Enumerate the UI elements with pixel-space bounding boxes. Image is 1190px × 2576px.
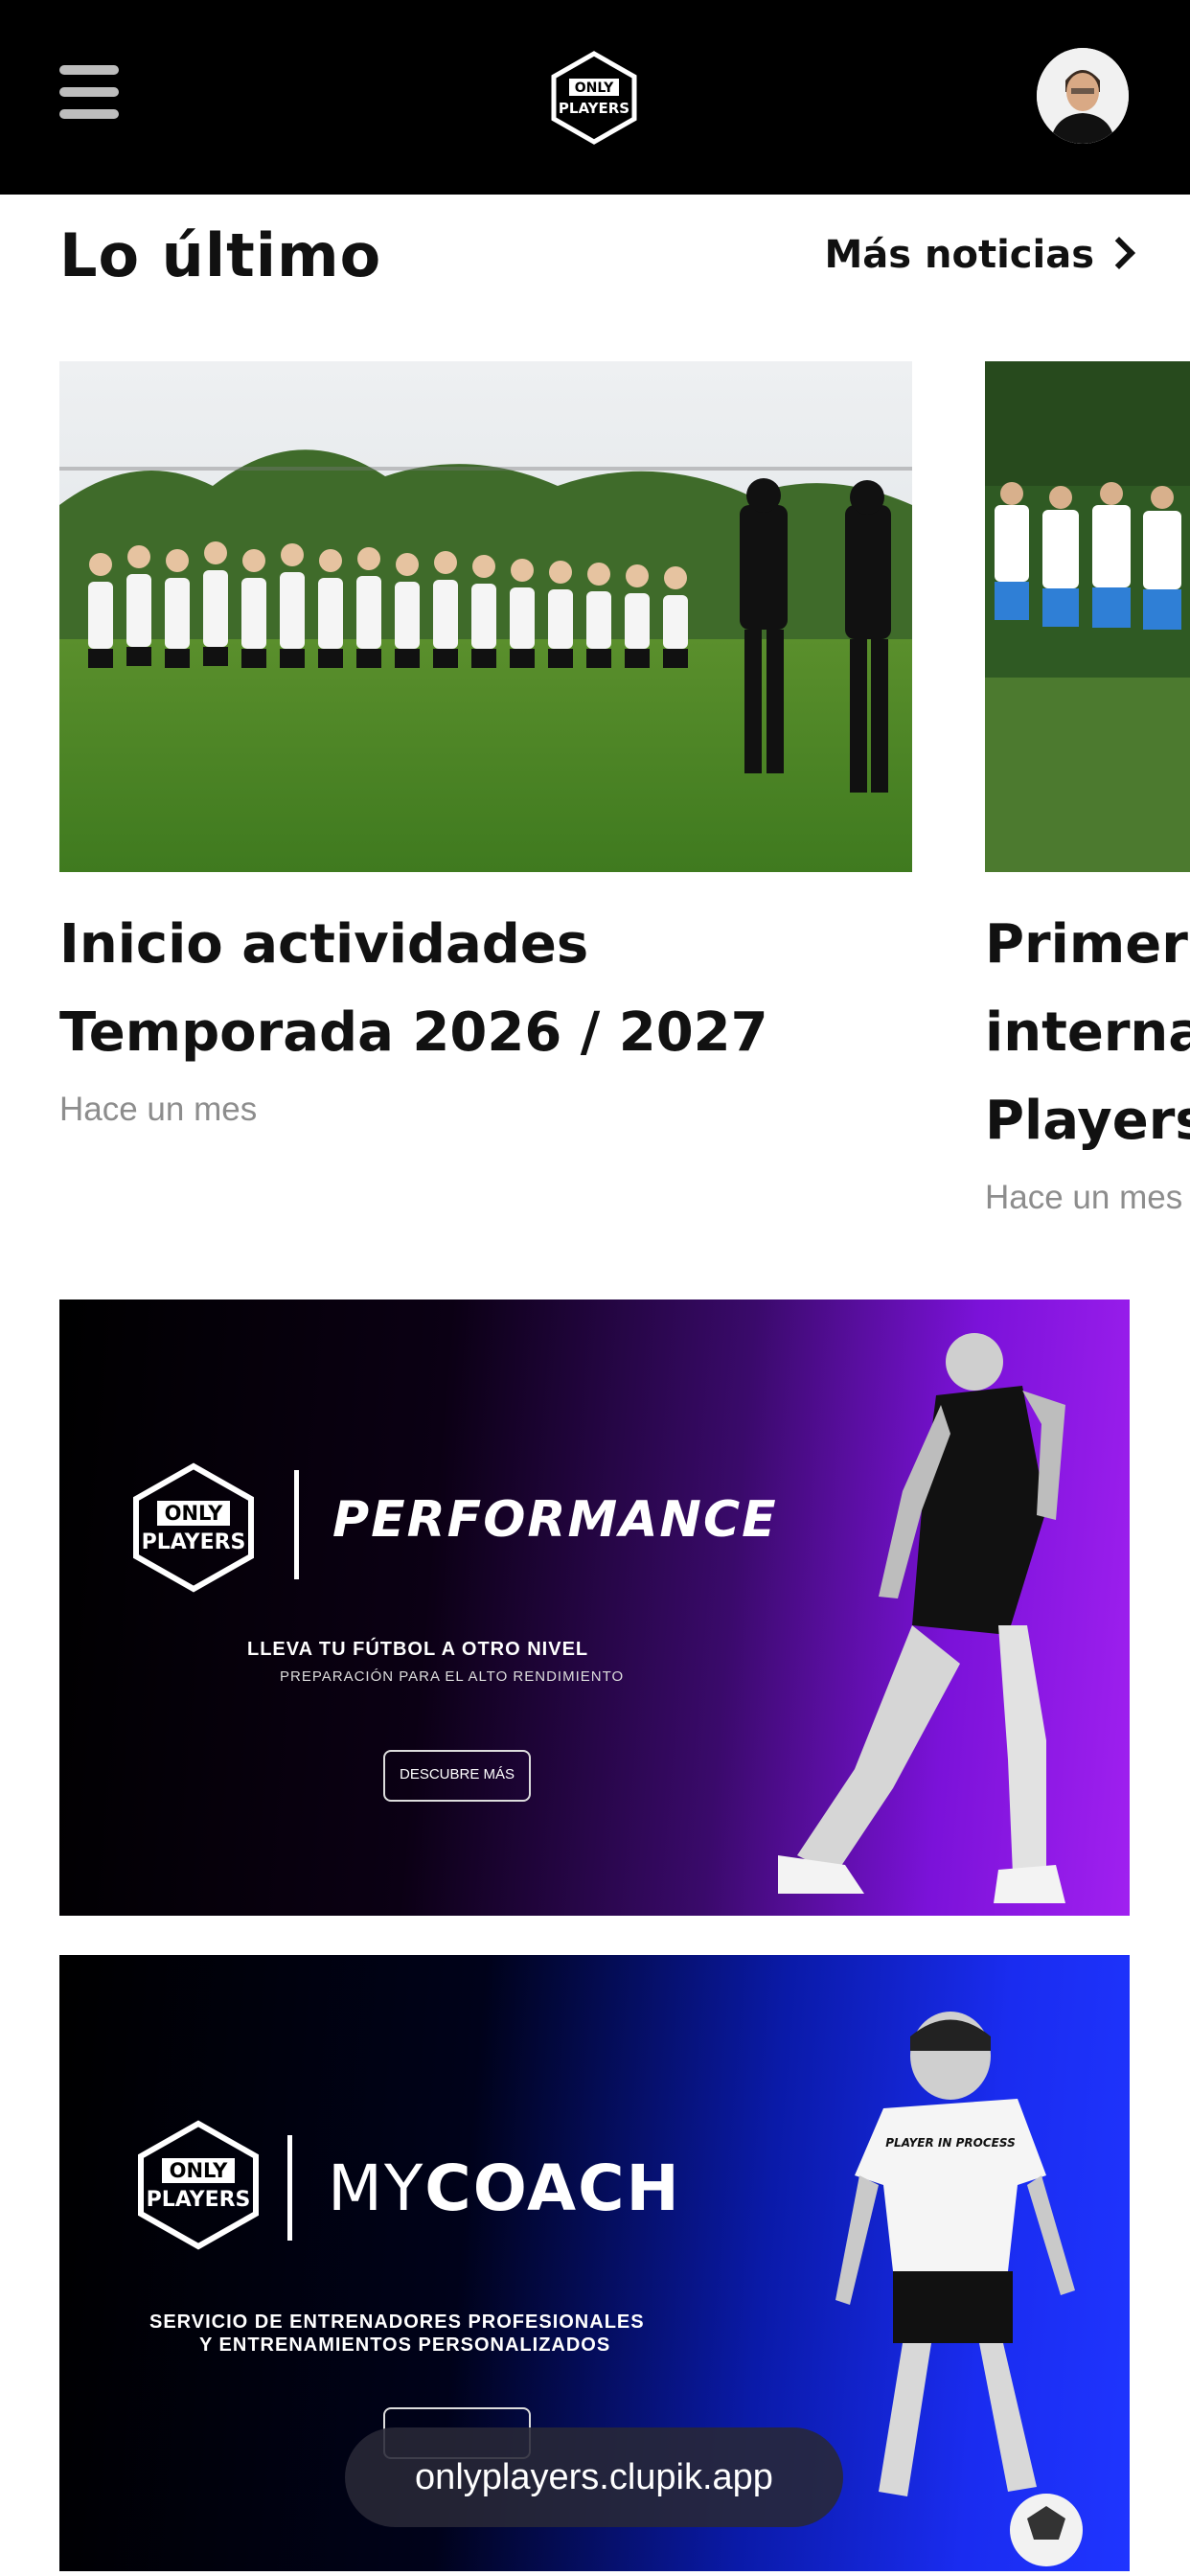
more-news-label: Más noticias [824,233,1094,277]
news-card-title[interactable]: Primer interna Players [985,901,1190,1165]
banner-subtitle: LLEVA TU FÚTBOL A OTRO NIVEL [247,1639,589,1660]
svg-text:PLAYERS: PLAYERS [147,2188,251,2212]
news-card-image[interactable] [59,361,912,872]
only-players-logo[interactable]: ONLY PLAYERS [548,50,640,146]
banner-subtitle: SERVICIO DE ENTRENADORES PROFESIONALES [149,2312,645,2333]
player-photo [778,1333,1065,1903]
chevron-right-icon [1103,237,1135,269]
news-card-time: Hace un mes [985,1179,1183,1216]
logo-divider [287,2135,292,2241]
discover-more-button[interactable]: DESCUBRE MÁS [383,1750,531,1802]
svg-text:ONLY: ONLY [170,2159,229,2182]
section-title: Lo último [59,220,382,290]
banner-title: MYCOACH [328,2151,681,2225]
performance-banner[interactable]: ONLY PLAYERS PERFORMANCE LLEVA TU FÚTBOL… [59,1300,1130,1916]
app-header: ONLY PLAYERS [0,0,1190,195]
user-avatar[interactable] [1037,48,1129,144]
banner-subtitle-secondary: PREPARACIÓN PARA EL ALTO RENDIMIENTO [280,1668,625,1685]
svg-text:ONLY: ONLY [165,1502,224,1525]
logo-divider [294,1470,299,1579]
banner-subtitle-secondary: Y ENTRENAMIENTOS PERSONALIZADOS [199,2334,611,2356]
browser-url-bar[interactable]: onlyplayers.clupik.app [345,2427,843,2527]
news-card-time: Hace un mes [59,1091,258,1128]
svg-text:PLAYERS: PLAYERS [559,100,629,117]
svg-text:ONLY: ONLY [575,80,614,96]
only-players-logo: ONLY PLAYERS [133,1462,254,1593]
news-card-title[interactable]: Inicio actividades Temporada 2026 / 2027 [59,901,912,1077]
menu-icon[interactable] [59,65,119,126]
banner-title: PERFORMANCE [332,1491,778,1549]
only-players-logo: ONLY PLAYERS [138,2120,259,2250]
news-card-image[interactable] [985,361,1190,872]
more-news-link[interactable]: Más noticias [824,233,1135,277]
svg-text:PLAYERS: PLAYERS [142,1530,246,1554]
svg-text:PLAYER IN PROCESS: PLAYER IN PROCESS [885,2136,1015,2150]
